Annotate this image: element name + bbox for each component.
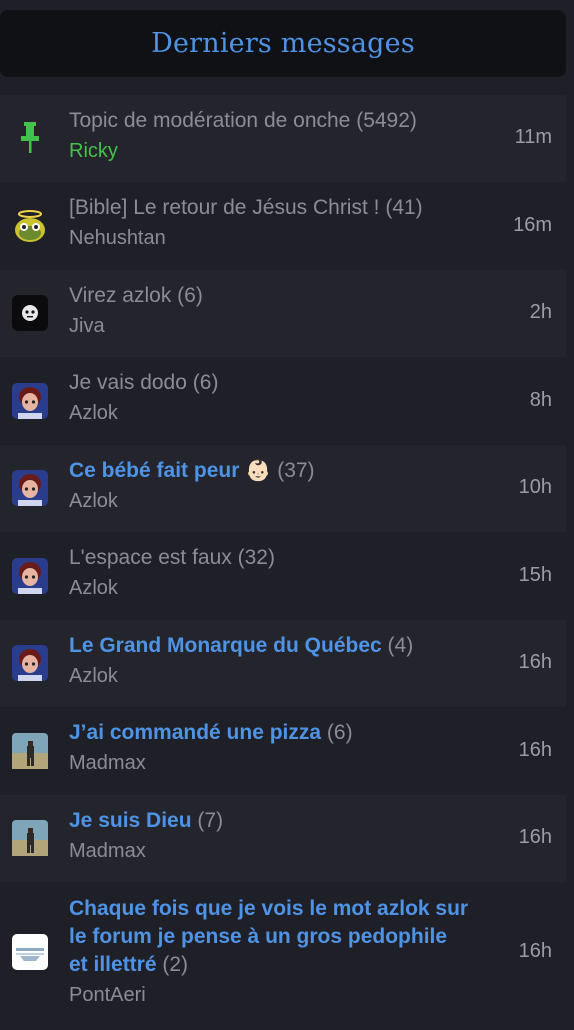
reply-count: (6): [192, 371, 219, 394]
reply-count: (32): [237, 546, 275, 569]
madmax-avatar-icon: [12, 733, 48, 769]
topic-row[interactable]: J’ai commandé une pizza (6) Madmax 16h: [0, 707, 566, 795]
pin-icon: [12, 120, 48, 156]
topic-time: 16h: [518, 826, 552, 848]
reply-count: (2): [162, 953, 189, 976]
topic-author[interactable]: Madmax: [69, 750, 486, 776]
topic-author[interactable]: Azlok: [69, 488, 486, 514]
topic-time: 16m: [513, 214, 552, 236]
topic-author[interactable]: Madmax: [69, 838, 486, 864]
azlok-avatar-icon: [12, 645, 48, 681]
madmax-avatar-icon: [12, 820, 48, 856]
topic-title[interactable]: L'espace est faux: [69, 546, 232, 569]
reply-count: (6): [177, 284, 203, 307]
topic-time: 10h: [518, 476, 552, 498]
topic-row[interactable]: Je vais dodo (6) Azlok 8h: [0, 357, 566, 445]
pontaeri-avatar-icon: [12, 934, 48, 970]
topic-row[interactable]: [Bible] Le retour de Jésus Christ ! (41)…: [0, 182, 566, 270]
topic-author[interactable]: Azlok: [69, 663, 486, 689]
topic-row[interactable]: Le Grand Monarque du Québec (4) Azlok 16…: [0, 620, 566, 707]
topic-title[interactable]: Je suis Dieu: [69, 809, 192, 832]
topic-time: 16h: [518, 940, 552, 962]
reply-count: (41): [385, 196, 423, 219]
reply-count: (6): [326, 721, 353, 744]
topic-author[interactable]: Azlok: [69, 400, 486, 426]
reply-count: (4): [387, 634, 414, 657]
topic-title[interactable]: Ce bébé fait peur 👶🏻: [69, 459, 271, 482]
topic-title[interactable]: Virez azlok: [69, 284, 171, 307]
topic-author[interactable]: Ricky: [69, 138, 486, 164]
reply-count: (5492): [356, 109, 417, 132]
topic-author[interactable]: Azlok: [69, 575, 486, 601]
topic-author[interactable]: Jiva: [69, 313, 486, 339]
topic-row[interactable]: Virez azlok (6) Jiva 2h: [0, 270, 566, 357]
halo-avatar-icon: [12, 208, 48, 244]
topic-list: Topic de modération de onche (5492) Rick…: [0, 95, 566, 1030]
reply-count: (7): [197, 809, 224, 832]
topic-row[interactable]: Je suis Dieu (7) Madmax 16h: [0, 795, 566, 882]
topic-row[interactable]: Chaque fois que je vois le mot azlok sur…: [0, 882, 566, 1030]
header-title: Derniers messages: [151, 28, 415, 59]
reply-count: (37): [277, 459, 315, 482]
topic-time: 15h: [518, 564, 552, 586]
latest-messages-header: Derniers messages: [0, 10, 566, 77]
topic-title[interactable]: Topic de modération de onche: [69, 109, 350, 132]
topic-row[interactable]: Topic de modération de onche (5492) Rick…: [0, 95, 566, 182]
topic-time: 16h: [518, 651, 552, 673]
topic-time: 8h: [529, 389, 552, 411]
topic-row[interactable]: L'espace est faux (32) Azlok 15h: [0, 532, 566, 620]
topic-title[interactable]: [Bible] Le retour de Jésus Christ !: [69, 196, 379, 219]
topic-title[interactable]: Chaque fois que je vois le mot azlok sur…: [69, 897, 468, 976]
topic-title[interactable]: Je vais dodo: [69, 371, 187, 394]
topic-time: 16h: [518, 739, 552, 761]
topic-row[interactable]: Ce bébé fait peur 👶🏻 (37) Azlok 10h: [0, 445, 566, 532]
azlok-avatar-icon: [12, 470, 48, 506]
azlok-avatar-icon: [12, 558, 48, 594]
ghost-avatar-icon: [12, 295, 48, 331]
topic-time: 11m: [514, 126, 552, 148]
topic-time: 2h: [529, 301, 552, 323]
azlok-avatar-icon: [12, 383, 48, 419]
topic-author[interactable]: PontAeri: [69, 982, 470, 1008]
topic-title[interactable]: J’ai commandé une pizza: [69, 721, 321, 744]
topic-author[interactable]: Nehushtan: [69, 225, 486, 251]
topic-title[interactable]: Le Grand Monarque du Québec: [69, 634, 382, 657]
